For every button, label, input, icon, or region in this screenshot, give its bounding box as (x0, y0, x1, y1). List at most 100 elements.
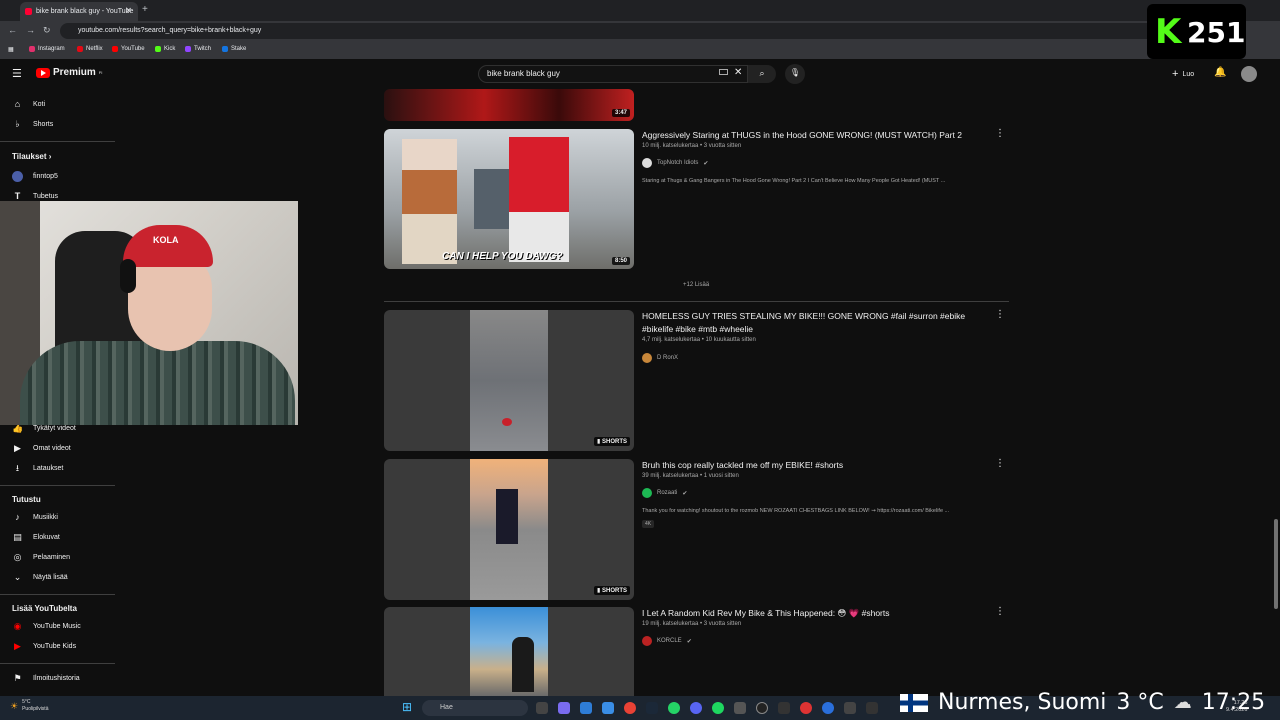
channel-name: KORCLE (657, 638, 682, 644)
create-button[interactable]: + Luo (1172, 68, 1194, 80)
stream-weather-overlay: Nurmes, Suomi 3 °C ☁ 17:25 (900, 690, 1265, 715)
menu-icon[interactable]: ☰ (12, 67, 22, 80)
sidebar-item-movies[interactable]: ▤ Elokuvat (12, 532, 60, 543)
apps-icon[interactable]: ▦ (8, 46, 14, 53)
sidebar-item-shorts[interactable]: ♭ Shorts (12, 119, 53, 130)
explore-heading: Tutustu (12, 495, 41, 504)
subscriptions-heading[interactable]: Tilaukset › (12, 152, 51, 161)
app-icon[interactable] (844, 702, 856, 714)
bookmarks-bar: ▦ Instagram Netflix YouTube Kick Twitch … (0, 41, 1280, 59)
video-thumbnail-1[interactable]: CAN I HELP YOU DAWG? 8:50 (384, 129, 634, 269)
widgets-icon[interactable] (580, 702, 592, 714)
scrollbar-thumb[interactable] (1274, 519, 1278, 609)
channel-link[interactable]: Rozaati ✔ (642, 488, 687, 498)
sidebar-item-show-more[interactable]: ⌄ Näytä lisää (12, 572, 68, 583)
obs-icon[interactable] (800, 702, 812, 714)
page-scrollbar[interactable] (1272, 89, 1280, 696)
video-thumbnail-2[interactable]: ▮ SHORTS (384, 310, 634, 451)
back-icon[interactable]: ← (8, 25, 17, 35)
search-input[interactable]: bike brank black guy (478, 65, 748, 83)
chrome-icon[interactable] (624, 702, 636, 714)
bookmark-twitch[interactable]: Twitch (185, 46, 211, 52)
video-title[interactable]: Bruh this cop really tackled me off my E… (642, 459, 977, 472)
mail-icon[interactable] (602, 702, 614, 714)
channel-link[interactable]: TopNotch Idiots ✔ (642, 158, 708, 168)
reload-icon[interactable]: ↻ (43, 25, 51, 36)
webcam-overlay: KOLA (0, 201, 298, 425)
divider (0, 594, 115, 595)
bookmark-kick[interactable]: Kick (155, 46, 175, 52)
forward-icon[interactable]: → (26, 25, 35, 35)
browser-tab[interactable]: bike brank black guy - YouTube ✕ (20, 2, 138, 21)
sidebar-label: Omat videot (33, 445, 71, 452)
voice-search-button[interactable]: 🎙 (785, 64, 805, 84)
sidebar-label: YouTube Music (33, 623, 81, 630)
sidebar-item-youtube-music[interactable]: ◉ YouTube Music (12, 621, 81, 632)
app-icon[interactable] (734, 702, 746, 714)
bookmark-label: Instagram (38, 46, 65, 52)
weather-widget[interactable]: ☀ 5°C Puolipilvistä (10, 699, 48, 713)
video-thumbnail-3[interactable]: ▮ SHORTS (384, 459, 634, 600)
app-icon[interactable] (822, 702, 834, 714)
bookmark-label: Stake (231, 46, 247, 52)
taskbar-search[interactable]: Hae (422, 700, 528, 716)
sidebar-item-finntop5[interactable]: finntop5 (12, 171, 58, 182)
badge-text: SHORTS (601, 439, 627, 445)
spotify-icon[interactable] (712, 702, 724, 714)
logo-text: Premium (53, 67, 96, 78)
channel-link[interactable]: D RonX (642, 353, 678, 363)
show-more-results-link[interactable]: +12 Lisää (683, 282, 709, 288)
sidebar-item-report-history[interactable]: ⚑ Ilmoitushistoria (12, 673, 79, 684)
sidebar-item-gaming[interactable]: ◎ Pelaaminen (12, 552, 70, 563)
more-options-icon[interactable]: ⋮ (995, 309, 1005, 320)
channel-avatar (642, 636, 652, 646)
tab-close-icon[interactable]: ✕ (125, 6, 132, 15)
video-description: Staring at Thugs & Gang Bangers in The H… (642, 178, 946, 184)
video-title[interactable]: Aggressively Staring at THUGS in the Hoo… (642, 129, 977, 142)
notifications-bell-icon[interactable]: 🔔 (1214, 67, 1226, 78)
bookmark-netflix[interactable]: Netflix (77, 46, 103, 52)
app-icon[interactable] (866, 702, 878, 714)
youtube-logo[interactable]: Premium FI (36, 67, 102, 78)
keyboard-icon[interactable] (719, 69, 728, 75)
sidebar-item-own-videos[interactable]: ▶ Omat videot (12, 443, 71, 454)
discord-icon[interactable] (690, 702, 702, 714)
video-thumbnail-4[interactable] (384, 607, 634, 696)
sidebar-item-downloads[interactable]: ⭳ Lataukset (12, 463, 63, 474)
bookmark-youtube[interactable]: YouTube (112, 46, 145, 52)
sidebar-item-home[interactable]: ⌂ Koti (12, 99, 45, 110)
video-title[interactable]: I Let A Random Kid Rev My Bike & This Ha… (642, 607, 977, 620)
video-title[interactable]: HOMELESS GUY TRIES STEALING MY BIKE!!! G… (642, 310, 977, 336)
thumb-person-left (402, 139, 457, 264)
channel-avatar (642, 488, 652, 498)
more-options-icon[interactable]: ⋮ (995, 458, 1005, 469)
account-avatar[interactable] (1241, 66, 1257, 82)
search-placeholder: Hae (440, 704, 453, 711)
verified-icon: ✔ (686, 638, 692, 645)
app-icon[interactable] (756, 702, 768, 714)
new-tab-icon[interactable]: + (142, 4, 148, 15)
task-view-icon[interactable] (536, 702, 548, 714)
create-label: Luo (1182, 70, 1195, 78)
clear-search-icon[interactable]: ✕ (734, 67, 742, 78)
more-options-icon[interactable]: ⋮ (995, 128, 1005, 139)
app-icon[interactable] (778, 702, 790, 714)
url-field[interactable]: youtube.com/results?search_query=bike+br… (60, 23, 1210, 39)
address-bar-row: ← → ↻ youtube.com/results?search_query=b… (0, 21, 1280, 41)
copilot-icon[interactable] (558, 702, 570, 714)
windows-start-icon[interactable]: ⊞ (402, 700, 414, 714)
sidebar-item-music[interactable]: ♪ Musiikki (12, 512, 58, 523)
thumb-sky-scene (470, 607, 548, 696)
video-description: Thank you for watching! shoutout to the … (642, 508, 950, 514)
bookmark-stake[interactable]: Stake (222, 46, 246, 52)
more-options-icon[interactable]: ⋮ (995, 606, 1005, 617)
bookmark-label: Twitch (194, 46, 212, 52)
search-button[interactable]: ⌕ (748, 65, 776, 83)
video-thumbnail-partial[interactable]: 3:47 (384, 89, 634, 121)
steam-icon[interactable] (646, 702, 658, 714)
sidebar-item-youtube-kids[interactable]: ▶ YouTube Kids (12, 641, 76, 652)
channel-link[interactable]: KORCLE ✔ (642, 636, 692, 646)
whatsapp-icon[interactable] (668, 702, 680, 714)
sidebar-label: Musiikki (33, 514, 58, 521)
bookmark-instagram[interactable]: Instagram (29, 46, 65, 52)
